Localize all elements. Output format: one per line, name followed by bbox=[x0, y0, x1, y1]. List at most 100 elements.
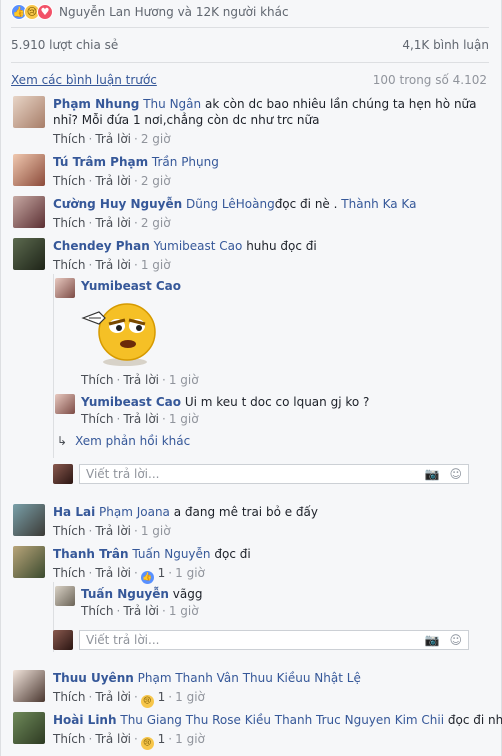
comment-time[interactable]: 2 giờ bbox=[141, 132, 171, 146]
reply-link[interactable]: Trả lời bbox=[123, 412, 159, 426]
sad-reaction-icon[interactable]: 😢 bbox=[140, 694, 154, 708]
tagged-user[interactable]: Phạm Joana bbox=[99, 505, 170, 519]
avatar[interactable] bbox=[13, 670, 45, 702]
comment-time[interactable]: 1 giờ bbox=[169, 604, 199, 618]
avatar[interactable] bbox=[13, 546, 45, 578]
camera-icon[interactable]: 📷 bbox=[425, 467, 440, 481]
view-more-replies-label[interactable]: Xem phản hồi khác bbox=[75, 434, 190, 448]
separator: · bbox=[116, 373, 121, 387]
like-link[interactable]: Thích bbox=[53, 174, 85, 188]
reply: Yumibeast Cao Ui m keu t doc co lquan gj… bbox=[55, 394, 485, 427]
reaction-count[interactable]: 1 bbox=[158, 566, 166, 580]
tagged-user[interactable]: Dũng LêHoàng bbox=[186, 197, 275, 211]
reply-link[interactable]: Trả lời bbox=[123, 373, 159, 387]
reply-link[interactable]: Trả lời bbox=[95, 566, 131, 580]
replier-name[interactable]: Yumibeast Cao bbox=[81, 395, 181, 409]
commenter-name[interactable]: Hoài Linh bbox=[53, 713, 117, 727]
reply-link[interactable]: Trả lời bbox=[95, 690, 131, 704]
comment-time[interactable]: 1 giờ bbox=[175, 566, 205, 580]
tagged-user[interactable]: Thuu Kiềuu bbox=[243, 671, 311, 685]
view-more-replies-link[interactable]: ↳ Xem phản hồi khác bbox=[57, 434, 190, 448]
like-link[interactable]: Thích bbox=[81, 604, 113, 618]
like-link[interactable]: Thích bbox=[53, 216, 85, 230]
commenter-name[interactable]: Chendey Phan bbox=[53, 239, 150, 253]
avatar[interactable] bbox=[55, 394, 75, 414]
tagged-user[interactable]: Yumibeast Cao bbox=[154, 239, 243, 253]
like-link[interactable]: Thích bbox=[81, 373, 113, 387]
avatar[interactable] bbox=[13, 154, 45, 186]
reply-link[interactable]: Trả lời bbox=[95, 732, 131, 746]
avatar bbox=[53, 464, 73, 484]
reaction-names[interactable]: Nguyễn Lan Hương và 12K người khác bbox=[59, 5, 289, 19]
comment-pagination-count: 100 trong số 4.102 bbox=[372, 73, 487, 87]
like-link[interactable]: Thích bbox=[53, 732, 85, 746]
camera-icon[interactable]: 📷 bbox=[425, 633, 440, 647]
avatar[interactable] bbox=[13, 238, 45, 270]
tagged-user[interactable]: Kiều Thanh Truc bbox=[245, 713, 341, 727]
reaction-count[interactable]: 1 bbox=[158, 732, 166, 746]
commenter-name[interactable]: Cường Huy Nguyễn bbox=[53, 197, 182, 211]
like-link[interactable]: Thích bbox=[53, 566, 85, 580]
reaction-count[interactable]: 1 bbox=[158, 690, 166, 704]
share-count[interactable]: 5.910 lượt chia sẻ bbox=[11, 38, 118, 52]
avatar[interactable] bbox=[13, 504, 45, 536]
commenter-name[interactable]: Phạm Nhung bbox=[53, 97, 139, 111]
reply-link[interactable]: Trả lời bbox=[95, 524, 131, 538]
tagged-user[interactable]: Thu Ngân bbox=[143, 97, 201, 111]
comment-time[interactable]: 1 giờ bbox=[169, 373, 199, 387]
comment-time[interactable]: 1 giờ bbox=[141, 258, 171, 272]
commenter-name[interactable]: Tú Trâm Phạm bbox=[53, 155, 148, 169]
comment-time[interactable]: 2 giờ bbox=[141, 174, 171, 188]
tagged-user[interactable]: Nguyen Kim Chii bbox=[345, 713, 444, 727]
tagged-user[interactable]: Nhật Lệ bbox=[314, 671, 361, 685]
tagged-user[interactable]: Thành Ka Ka bbox=[341, 197, 416, 211]
avatar[interactable] bbox=[55, 586, 75, 606]
like-link[interactable]: Thích bbox=[53, 524, 85, 538]
sad-reaction-icon[interactable]: 😢 bbox=[140, 736, 154, 750]
reply-input[interactable]: Viết trả lời... 📷 ☺ bbox=[79, 464, 469, 484]
comment-time[interactable]: 2 giờ bbox=[141, 216, 171, 230]
view-previous-comments-link[interactable]: Xem các bình luận trước bbox=[11, 73, 157, 87]
commenter-name[interactable]: Ha Lai bbox=[53, 505, 95, 519]
reply-link[interactable]: Trả lời bbox=[95, 258, 131, 272]
smiley-icon[interactable]: ☺ bbox=[449, 633, 462, 647]
tagged-user[interactable]: Thu Giang bbox=[120, 713, 182, 727]
replier-name[interactable]: Tuấn Nguyễn bbox=[81, 587, 169, 601]
separator: · bbox=[88, 690, 93, 704]
comment-text: đọc đi nè . bbox=[274, 197, 338, 211]
reply-link[interactable]: Trả lời bbox=[95, 174, 131, 188]
avatar[interactable] bbox=[13, 196, 45, 228]
comment-time[interactable]: 1 giờ bbox=[169, 412, 199, 426]
like-link[interactable]: Thích bbox=[53, 132, 85, 146]
commenter-name[interactable]: Thuu Uyênn bbox=[53, 671, 134, 685]
replier-name[interactable]: Yumibeast Cao bbox=[81, 279, 181, 293]
comment-time[interactable]: 1 giờ bbox=[175, 732, 205, 746]
tagged-user[interactable]: Trần Phụng bbox=[152, 155, 219, 169]
tagged-user[interactable]: Thu Rose bbox=[186, 713, 241, 727]
reply-link[interactable]: Trả lời bbox=[95, 216, 131, 230]
reply-link[interactable]: Trả lời bbox=[95, 132, 131, 146]
comment: Phạm Nhung Thu Ngân ak còn dc bao nhiêu … bbox=[13, 96, 493, 147]
reply-link[interactable]: Trả lời bbox=[123, 604, 159, 618]
separator: · bbox=[134, 732, 138, 746]
reply-input[interactable]: Viết trả lời... 📷 ☺ bbox=[79, 630, 469, 650]
comment-count[interactable]: 4,1K bình luận bbox=[402, 38, 489, 52]
smiley-icon[interactable]: ☺ bbox=[449, 467, 462, 481]
reply: Yumibeast Cao bbox=[55, 278, 485, 372]
tagged-user[interactable]: Tuấn Nguyễn bbox=[132, 547, 210, 561]
avatar[interactable] bbox=[13, 96, 45, 128]
avatar[interactable] bbox=[55, 278, 75, 298]
reactions-bar[interactable]: 👍 😢 ♥ Nguyễn Lan Hương và 12K người khác bbox=[11, 4, 289, 20]
separator: · bbox=[88, 566, 93, 580]
like-reaction-icon[interactable]: 👍 bbox=[140, 570, 154, 584]
like-link[interactable]: Thích bbox=[81, 412, 113, 426]
divider bbox=[11, 27, 489, 28]
like-link[interactable]: Thích bbox=[53, 690, 85, 704]
comment-time[interactable]: 1 giờ bbox=[141, 524, 171, 538]
commenter-name[interactable]: Thanh Trân bbox=[53, 547, 129, 561]
avatar[interactable] bbox=[13, 712, 45, 744]
comment: Ha Lai Phạm Joana a đang mê trai bỏ e đấ… bbox=[13, 504, 493, 539]
tagged-user[interactable]: Phạm Thanh Vân bbox=[138, 671, 239, 685]
like-link[interactable]: Thích bbox=[53, 258, 85, 272]
comment-time[interactable]: 1 giờ bbox=[175, 690, 205, 704]
